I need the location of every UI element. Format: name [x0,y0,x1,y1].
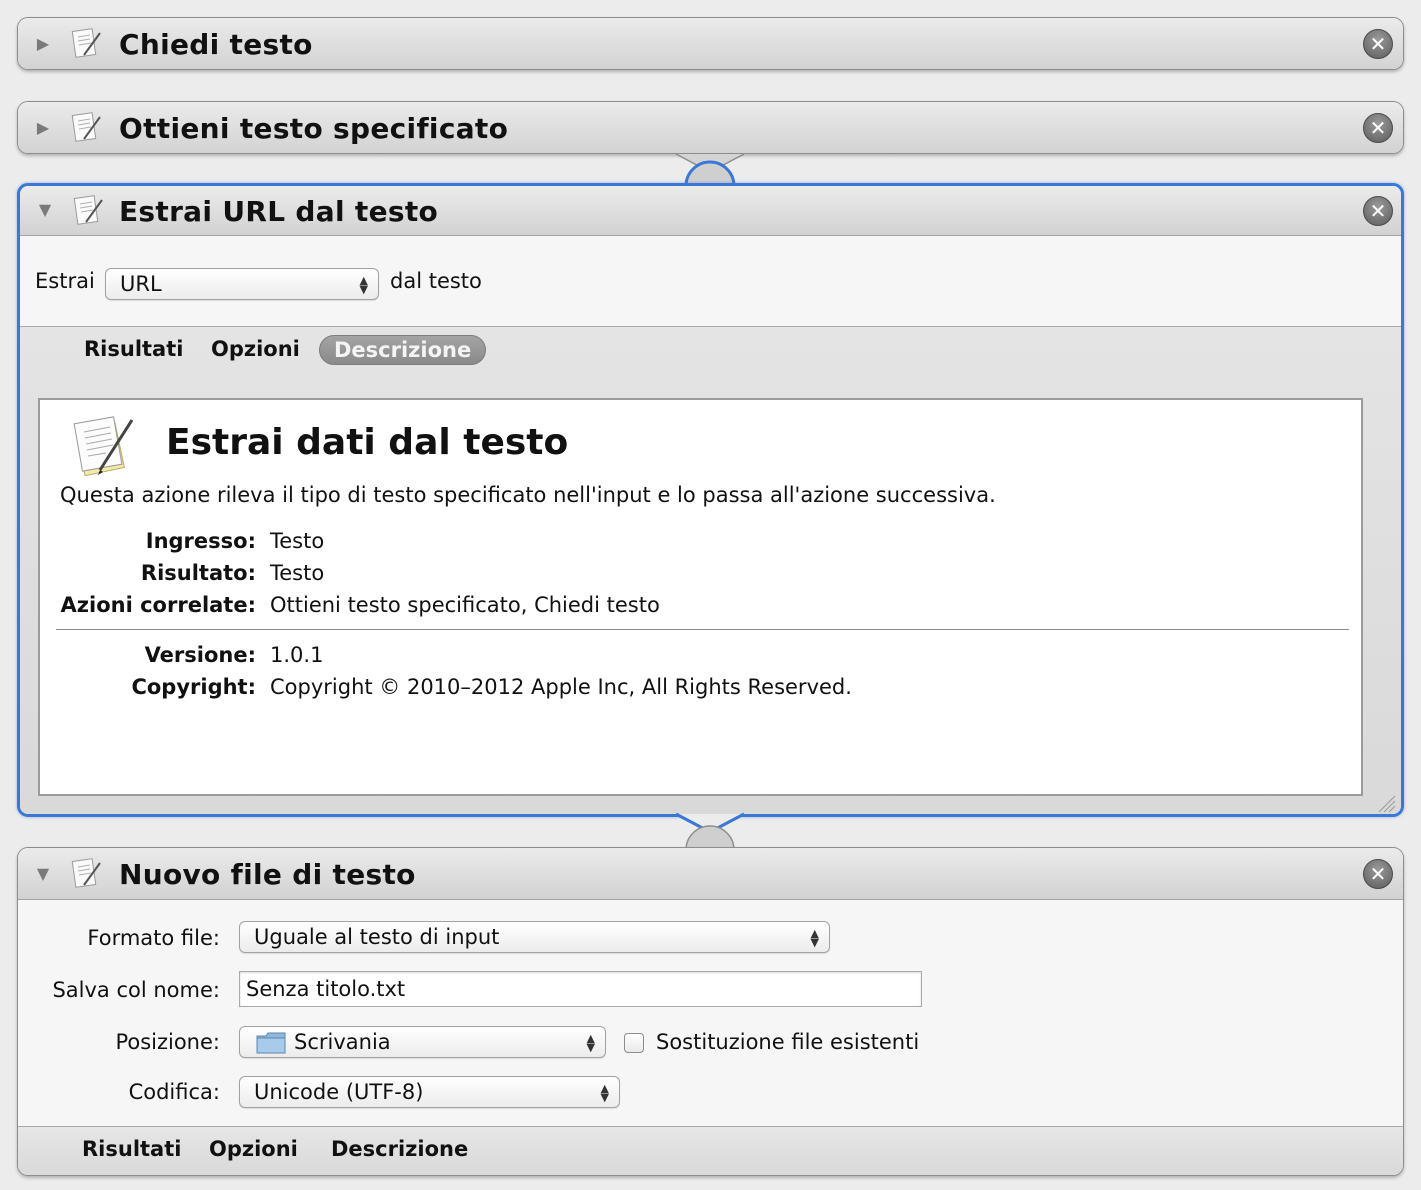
save-as-field[interactable]: Senza titolo.txt [239,971,922,1007]
extract-type-popup[interactable]: URL ▲ ▼ [105,268,379,300]
risultato-key: Risultato: [140,561,256,585]
data-flow-connector [675,812,745,851]
tab-risultati[interactable]: Risultati [68,1135,195,1165]
ingresso-key: Ingresso: [145,529,256,553]
risultato-value: Testo [270,561,325,585]
tab-opzioni[interactable]: Opzioni [195,1135,312,1165]
resize-grip-icon[interactable] [1375,792,1397,814]
popup-arrows-icon: ▲ ▼ [810,927,819,949]
text-document-icon [71,28,101,58]
tab-descrizione[interactable]: Descrizione [319,335,487,365]
format-popup[interactable]: Uguale al testo di input ▲ ▼ [239,921,830,953]
close-icon[interactable]: ✕ [1363,196,1393,226]
action-estrai-url-dal-testo[interactable]: ▼ Estrai URL dal testo ✕ Estrai URL ▲ ▼ d… [17,183,1404,817]
azioni-correlate-key: Azioni correlate: [60,593,256,617]
replace-existing-checkbox[interactable] [624,1033,644,1053]
format-label: Formato file: [87,926,220,950]
description-divider [56,629,1349,630]
popup-arrows-icon: ▲ ▼ [586,1032,595,1054]
encoding-label: Codifica: [128,1080,220,1104]
tab-risultati[interactable]: Risultati [70,335,197,365]
action-header[interactable]: ▶ Chiedi testo ✕ [18,18,1403,69]
action-parameters: Formato file: Uguale al testo di input ▲… [18,900,1403,1126]
action-footer: Risultati Opzioni Descrizione [18,1126,1403,1175]
extract-prefix-label: Estrai [35,269,95,293]
action-header[interactable]: ▼ Nuovo file di testo ✕ [18,848,1403,900]
action-footer: Risultati Opzioni Descrizione Estrai dat… [20,326,1401,814]
tab-opzioni[interactable]: Opzioni [197,335,314,365]
folder-icon [256,1032,286,1054]
position-label: Posizione: [115,1030,220,1054]
tab-descrizione[interactable]: Descrizione [317,1135,482,1165]
close-icon[interactable]: ✕ [1363,113,1393,143]
extract-type-value: URL [120,272,162,296]
action-title: Chiedi testo [119,28,313,61]
save-as-label: Salva col nome: [52,978,220,1002]
position-value: Scrivania [294,1030,391,1054]
action-title: Nuovo file di testo [119,858,416,891]
action-header[interactable]: ▶ Ottieni testo specificato ✕ [18,102,1403,153]
azioni-correlate-value: Ottieni testo specificato, Chiedi testo [270,593,660,617]
encoding-popup[interactable]: Unicode (UTF-8) ▲ ▼ [239,1076,620,1108]
action-header[interactable]: ▼ Estrai URL dal testo ✕ [20,186,1401,236]
description-heading: Estrai dati dal testo [166,422,569,463]
disclosure-triangle-icon[interactable]: ▼ [36,201,54,219]
action-title: Ottieni testo specificato [119,112,509,145]
popup-arrows-icon: ▲ ▼ [359,274,368,296]
action-chiedi-testo[interactable]: ▶ Chiedi testo ✕ [17,17,1404,70]
extract-suffix-label: dal testo [390,269,482,293]
disclosure-triangle-icon[interactable]: ▼ [34,865,52,883]
copyright-value: Copyright © 2010–2012 Apple Inc, All Rig… [270,675,852,699]
disclosure-triangle-icon[interactable]: ▶ [34,119,52,137]
copyright-key: Copyright: [131,675,256,699]
action-title: Estrai URL dal testo [119,195,439,228]
action-parameters: Estrai URL ▲ ▼ dal testo [20,236,1401,326]
description-panel: Estrai dati dal testo Questa azione rile… [38,398,1363,796]
close-icon[interactable]: ✕ [1363,859,1393,889]
close-icon[interactable]: ✕ [1363,29,1393,59]
position-popup[interactable]: Scrivania ▲ ▼ [239,1026,606,1058]
text-document-icon [71,858,101,888]
replace-existing-label[interactable]: Sostituzione file esistenti [656,1030,919,1054]
ingresso-value: Testo [270,529,325,553]
action-nuovo-file-di-testo[interactable]: ▼ Nuovo file di testo ✕ Formato file: Ug… [17,847,1404,1176]
format-value: Uguale al testo di input [254,925,500,949]
disclosure-triangle-icon[interactable]: ▶ [34,35,52,53]
action-ottieni-testo-specificato[interactable]: ▶ Ottieni testo specificato ✕ [17,101,1404,154]
text-document-icon [73,416,134,477]
description-summary: Questa azione rileva il tipo di testo sp… [60,483,996,507]
text-document-icon [73,195,103,225]
encoding-value: Unicode (UTF-8) [254,1080,424,1104]
popup-arrows-icon: ▲ ▼ [600,1082,609,1104]
versione-key: Versione: [144,643,256,667]
text-document-icon [71,112,101,142]
versione-value: 1.0.1 [270,643,324,667]
